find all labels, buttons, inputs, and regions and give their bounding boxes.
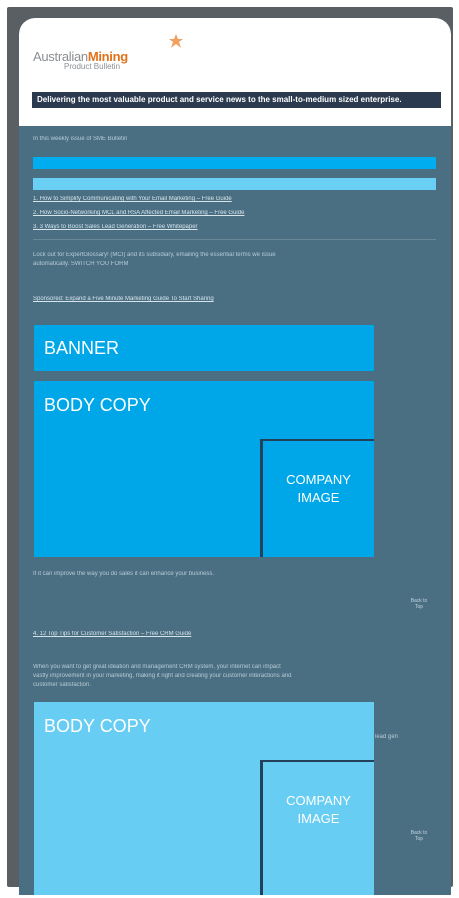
toc-item-1[interactable]: 1. How to Simplify Communicating with Yo… [33,196,433,202]
paragraph-line: Lock out for ExpertGlossary! (MCI) and i… [33,252,276,258]
body-copy-block-1: BODY COPY COMPANY IMAGE [34,381,374,557]
header-tagline: Delivering the most valuable product and… [32,92,441,108]
company-image-label-line1: COMPANY [286,472,351,487]
company-image-2[interactable]: COMPANY IMAGE [260,760,374,895]
toc-item-3[interactable]: 3. 3 Ways to Boost Sales Lead Generation… [33,224,433,230]
paragraph-line: automatically. SWITCH YOU FORM [33,261,129,267]
back-to-top-link[interactable]: Back to Top [407,598,431,610]
body-copy-label: BODY COPY [44,395,151,415]
company-image-1[interactable]: COMPANY IMAGE [260,439,374,557]
company-image-label-line2: IMAGE [297,490,340,505]
company-image-label: COMPANY IMAGE [263,471,374,507]
toc-item-2[interactable]: 2. How Socio-Networking MCL and RSA Affe… [33,210,433,216]
mining-logo-mark-icon [169,34,183,48]
caption: If it can improve the way you do sales i… [33,571,215,577]
sponsor-link[interactable]: Sponsored: Expand a Five Minute Marketin… [33,296,433,302]
intro-line: In this weekly issue of SME Bulletin [33,136,128,142]
divider [33,239,436,240]
highlight-bar-1 [33,157,436,169]
paragraph-line: When you want to get great ideation and … [33,664,281,670]
paragraph-snippet: lead gen [375,734,399,740]
company-image-label-line2: IMAGE [297,811,340,826]
section-2-title[interactable]: 4. 12 Top Tips for Customer Satisfaction… [33,631,433,637]
paragraph-line: customer satisfaction. [33,682,92,688]
highlight-bar-2 [33,178,436,190]
banner-block[interactable]: BANNER [34,325,374,371]
body-copy-label: BODY COPY [44,716,151,736]
body-copy-block-2: BODY COPY COMPANY IMAGE [34,702,374,895]
logo-subtitle: Product Bulletin [64,62,121,71]
email-header: AustralianMining Product Bulletin Delive… [19,18,451,126]
company-image-label-line1: COMPANY [286,793,351,808]
back-to-top-link[interactable]: Back to Top [407,830,431,842]
paragraph-line: vastly improvement in your marketing, ma… [33,673,292,679]
company-image-label: COMPANY IMAGE [263,792,374,828]
email-body[interactable]: AustralianMining Product Bulletin Delive… [19,18,451,895]
brand-logo[interactable]: AustralianMining Product Bulletin [33,48,128,71]
